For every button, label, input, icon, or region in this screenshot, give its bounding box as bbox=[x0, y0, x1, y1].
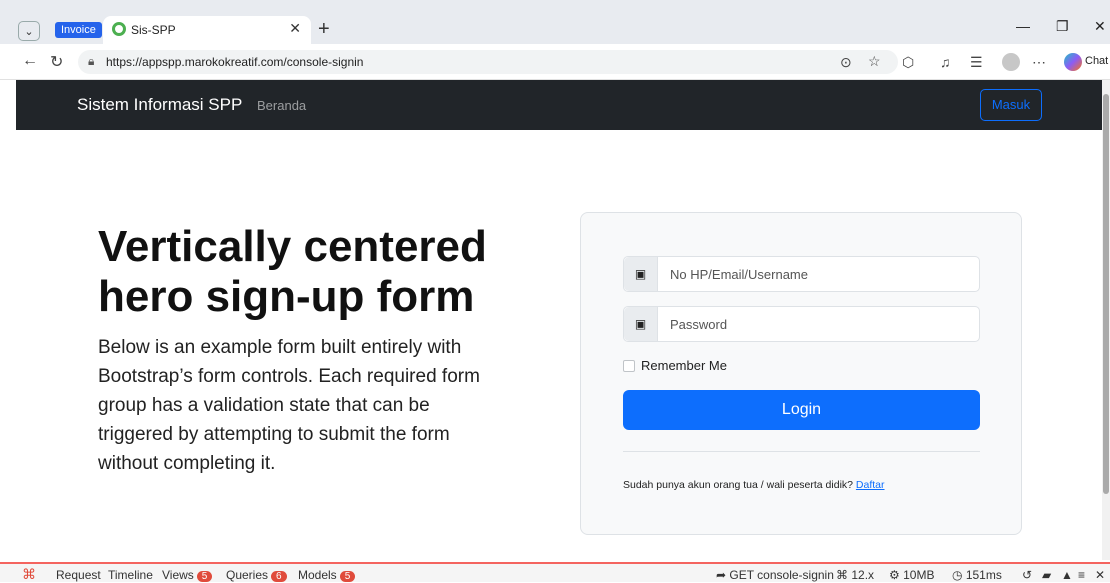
navbar-brand[interactable]: Sistem Informasi SPP bbox=[77, 95, 242, 115]
debug-tab-timeline[interactable]: Timeline bbox=[108, 568, 153, 582]
url-field[interactable]: 🔒︎ https://appspp.marokokreatif.com/cons… bbox=[78, 50, 898, 74]
debug-tab-label: Queries bbox=[226, 568, 269, 582]
masuk-button[interactable]: Masuk bbox=[980, 89, 1042, 121]
hero-description: Below is an example form built entirely … bbox=[98, 337, 480, 474]
scrollbar-thumb[interactable] bbox=[1103, 94, 1109, 494]
profile-avatar[interactable] bbox=[1002, 53, 1020, 71]
username-input-group: ▣ bbox=[623, 256, 980, 292]
debug-tab-views[interactable]: Views 5 bbox=[162, 568, 213, 582]
user-badge-icon: ▣ bbox=[624, 257, 658, 291]
browser-tab-bar: ⌄ Invoice Sis-SPP ✕ + — ❐ ✕ bbox=[0, 0, 1110, 44]
queries-count-badge: 6 bbox=[271, 571, 287, 582]
daftar-link[interactable]: Daftar bbox=[856, 479, 885, 491]
password-input-group: ▣ bbox=[623, 306, 980, 342]
close-debug-icon[interactable]: ✕ bbox=[1095, 568, 1105, 582]
remember-me-checkbox[interactable] bbox=[623, 359, 635, 372]
url-text: https://appspp.marokokreatif.com/console… bbox=[106, 55, 364, 69]
time-text: 151ms bbox=[965, 568, 1002, 582]
settings-icon[interactable]: ≡ bbox=[1078, 568, 1085, 582]
debug-bar: ⌘ Request Timeline Views 5 Queries 6 Model… bbox=[0, 562, 1110, 582]
lock-icon: ▣ bbox=[624, 307, 658, 341]
reader-icon[interactable]: ⊙ bbox=[840, 54, 852, 71]
signup-text: Sudah punya akun orang tua / wali pesert… bbox=[623, 479, 853, 491]
lock-icon: 🔒︎ bbox=[88, 54, 95, 68]
minimize-icon[interactable]: — bbox=[1016, 18, 1030, 34]
login-button[interactable]: Login bbox=[623, 390, 980, 430]
version-text: 12.x bbox=[851, 568, 875, 582]
remember-me-row: Remember Me bbox=[623, 358, 727, 373]
debug-tab-request[interactable]: Request bbox=[56, 568, 101, 582]
close-window-icon[interactable]: ✕ bbox=[1094, 18, 1106, 35]
signup-prompt: Sudah punya akun orang tua / wali pesert… bbox=[623, 479, 885, 491]
favorites-icon[interactable]: ☰ bbox=[970, 54, 983, 71]
hero-title: Vertically centered hero sign-up form bbox=[98, 222, 487, 321]
login-card: ▣ ▣ Remember Me Login Sudah punya akun o… bbox=[580, 212, 1022, 535]
folder-icon[interactable]: ▰ bbox=[1042, 568, 1051, 582]
models-count-badge: 5 bbox=[339, 571, 356, 582]
read-aloud-icon[interactable]: ♫ bbox=[940, 54, 951, 70]
laravel-logo-icon[interactable]: ⌘ bbox=[22, 566, 36, 583]
memory-text: 10MB bbox=[903, 568, 935, 582]
restore-icon[interactable]: ❐ bbox=[1056, 18, 1069, 35]
debug-tab-queries[interactable]: Queries 6 bbox=[226, 568, 287, 582]
debug-tab-label: Views bbox=[162, 568, 194, 582]
favorite-star-icon[interactable]: ☆ bbox=[868, 53, 881, 70]
more-menu-icon[interactable]: ⋯ bbox=[1032, 54, 1046, 71]
favicon-icon bbox=[112, 22, 126, 36]
close-tab-icon[interactable]: ✕ bbox=[289, 20, 301, 37]
divider bbox=[623, 451, 980, 452]
tab-active[interactable]: Sis-SPP ✕ bbox=[103, 16, 311, 44]
back-icon[interactable]: ← bbox=[22, 52, 38, 70]
remember-me-label[interactable]: Remember Me bbox=[641, 358, 727, 373]
copilot-icon[interactable] bbox=[1064, 53, 1082, 71]
version-info: ⌘ 12.x bbox=[836, 568, 875, 582]
username-input[interactable] bbox=[658, 257, 979, 291]
address-bar-row: ← ↻ 🔒︎ https://appspp.marokokreatif.com/… bbox=[0, 44, 1110, 80]
debug-tab-label: Request bbox=[56, 568, 101, 582]
route-info[interactable]: ➦ GET console-signin bbox=[716, 568, 834, 582]
maximize-icon[interactable]: ▲ bbox=[1061, 568, 1073, 582]
debug-tab-label: Models bbox=[298, 568, 337, 582]
route-text: GET console-signin bbox=[729, 568, 834, 582]
time-info: ◷ 151ms bbox=[952, 568, 1002, 582]
views-count-badge: 5 bbox=[196, 571, 213, 582]
tab-title: Sis-SPP bbox=[131, 23, 176, 37]
chat-label[interactable]: Chat bbox=[1085, 55, 1108, 67]
tab-list-chevron-icon[interactable]: ⌄ bbox=[18, 21, 40, 41]
refresh-icon[interactable]: ↻ bbox=[50, 52, 63, 72]
new-tab-icon[interactable]: + bbox=[318, 18, 330, 41]
site-navbar: Sistem Informasi SPP Beranda Masuk bbox=[16, 80, 1102, 130]
history-icon[interactable]: ↺ bbox=[1022, 568, 1032, 582]
tab-group-label[interactable]: Invoice bbox=[55, 22, 102, 38]
memory-info: ⚙ 10MB bbox=[889, 568, 935, 582]
password-input[interactable] bbox=[658, 307, 979, 341]
nav-link-beranda[interactable]: Beranda bbox=[257, 98, 306, 113]
extension-icon[interactable]: ⬡ bbox=[902, 54, 914, 71]
debug-tab-label: Timeline bbox=[108, 568, 153, 582]
debug-tab-models[interactable]: Models 5 bbox=[298, 568, 356, 582]
